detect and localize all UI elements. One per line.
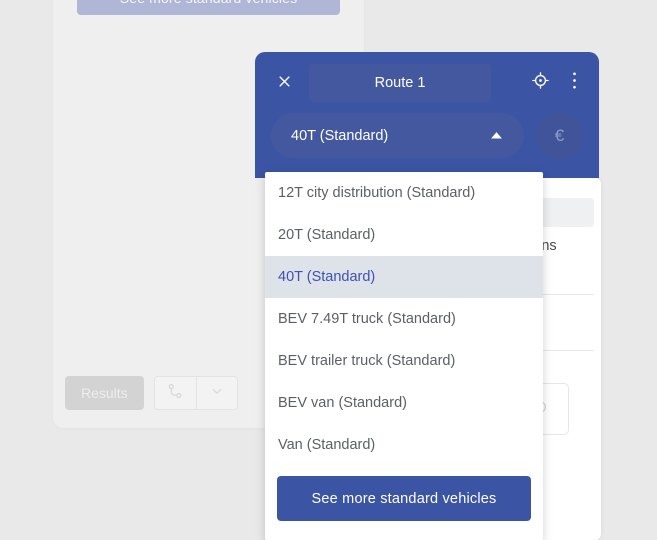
chevron-up-icon — [489, 128, 504, 144]
background-see-more-label: See more standard vehicles — [120, 0, 297, 6]
vehicle-select-row: 40T (Standard) € — [255, 112, 599, 159]
dropdown-option-label: 20T (Standard) — [278, 227, 376, 243]
currency-button[interactable]: € — [536, 112, 583, 159]
dropdown-option-label: Van (Standard) — [278, 437, 376, 453]
background-vehicle-list: BEV 7.49T truck (Standard) BEV trailer t… — [53, 0, 364, 15]
kebab-menu-icon — [572, 71, 577, 95]
route-icon-button[interactable] — [153, 376, 196, 410]
overflow-menu-button[interactable] — [572, 71, 577, 95]
route-card-topbar: Route 1 — [255, 52, 599, 114]
dropdown-option-label: 12T city distribution (Standard) — [278, 185, 476, 201]
target-crosshair-icon — [531, 71, 550, 95]
route-card-actions — [531, 71, 583, 95]
route-icon — [166, 382, 184, 405]
dropdown-option[interactable]: 12T city distribution (Standard) — [265, 172, 543, 214]
dropdown-option-label: BEV van (Standard) — [278, 395, 407, 411]
currency-label: € — [554, 125, 565, 145]
route-name-input[interactable]: Route 1 — [309, 64, 491, 102]
dropdown-footer: See more standard vehicles — [265, 466, 543, 535]
app-root: BEV 7.49T truck (Standard) BEV trailer t… — [0, 0, 657, 540]
dropdown-option[interactable]: BEV van (Standard) — [265, 382, 543, 424]
see-more-label: See more standard vehicles — [311, 490, 497, 507]
vehicle-dropdown: 12T city distribution (Standard) 20T (St… — [265, 172, 543, 540]
chevron-down-icon — [210, 384, 224, 403]
dropdown-option[interactable]: BEV 7.49T truck (Standard) — [265, 298, 543, 340]
locate-button[interactable] — [531, 71, 550, 95]
segmented-control — [153, 376, 238, 410]
dropdown-option-label: BEV 7.49T truck (Standard) — [278, 311, 456, 327]
close-icon — [277, 74, 292, 93]
dropdown-option[interactable]: BEV trailer truck (Standard) — [265, 340, 543, 382]
background-footer-toolbar: Results — [65, 376, 238, 410]
see-more-standard-vehicles-button[interactable]: See more standard vehicles — [277, 476, 531, 521]
route-name-value: Route 1 — [374, 75, 426, 91]
vehicle-select[interactable]: 40T (Standard) — [271, 113, 524, 158]
vehicle-select-value: 40T (Standard) — [291, 127, 389, 144]
dropdown-option[interactable]: Van (Standard) — [265, 424, 543, 466]
route-dropdown-button[interactable] — [195, 376, 238, 410]
results-button-label: Results — [81, 385, 128, 401]
background-see-more-button[interactable]: See more standard vehicles — [77, 0, 340, 15]
results-button[interactable]: Results — [65, 376, 144, 410]
route-card: Route 1 40T (Standard) € — [255, 52, 599, 178]
dropdown-option-label: 40T (Standard) — [278, 269, 376, 285]
close-button[interactable] — [271, 70, 297, 96]
dropdown-option-selected[interactable]: 40T (Standard) — [265, 256, 543, 298]
dropdown-option[interactable]: 20T (Standard) — [265, 214, 543, 256]
dropdown-option-label: BEV trailer truck (Standard) — [278, 353, 456, 369]
